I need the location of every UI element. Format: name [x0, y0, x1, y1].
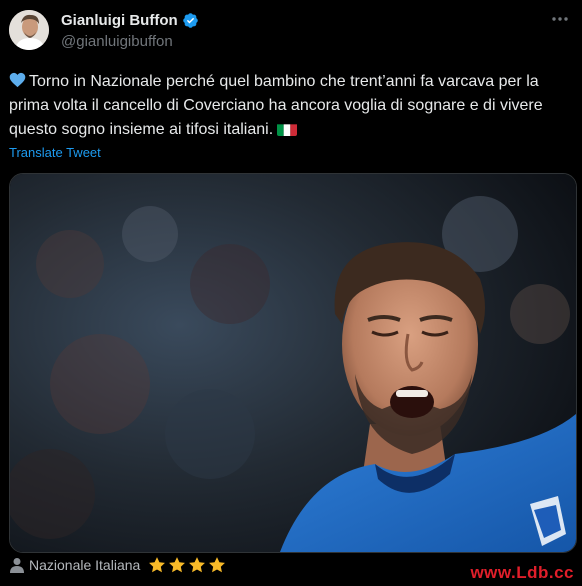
author-display-name[interactable]: Gianluigi Buffon [61, 12, 178, 29]
blue-heart-icon [9, 72, 26, 88]
site-watermark: www.Ldb.cc [470, 563, 574, 582]
verified-badge-icon [182, 13, 198, 28]
translate-tweet-link[interactable]: Translate Tweet [9, 145, 101, 160]
author-name-row: Gianluigi Buffon [61, 12, 199, 29]
tweet-text: Torno in Nazionale perché quel bambino c… [9, 70, 575, 142]
footer-label: Nazionale Italiana [29, 557, 141, 573]
tweet-media-photo[interactable] [9, 173, 577, 553]
italy-flag-icon [277, 122, 298, 136]
author-handle[interactable]: @gianluigibuffon [61, 33, 173, 50]
avatar-photo [9, 10, 49, 50]
goalkeeper-photo [10, 174, 576, 552]
more-options-icon[interactable] [550, 12, 570, 26]
avatar[interactable] [9, 10, 49, 50]
star-icon [169, 557, 186, 573]
star-icon [189, 557, 206, 573]
footer-row: Nazionale Italiana [10, 556, 226, 574]
rating-stars [148, 556, 226, 574]
star-icon [149, 557, 166, 573]
star-icon [209, 557, 226, 573]
person-icon [10, 558, 24, 573]
tweet-body: Torno in Nazionale perché quel bambino c… [9, 73, 543, 138]
